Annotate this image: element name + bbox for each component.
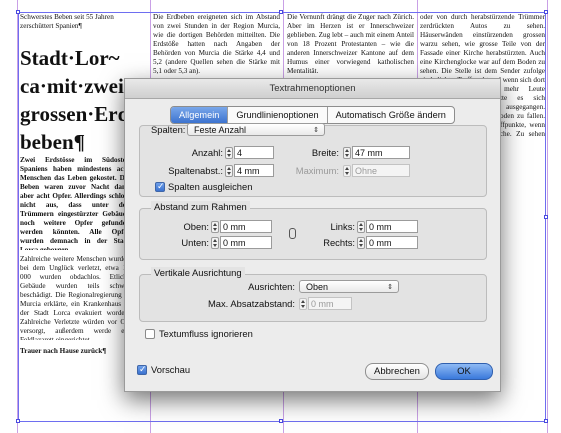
inset-right-label: Rechts: [323, 237, 355, 248]
headline-line: grossen·Erd [20, 102, 130, 126]
frame-handle[interactable] [544, 419, 548, 423]
top-note-2: zerschüttert Spanien¶ [20, 22, 82, 30]
inset-left-input[interactable]: 0 mm [366, 220, 418, 233]
align-label: Ausrichten: [248, 281, 295, 292]
cancel-button[interactable]: Abbrechen [365, 363, 429, 380]
align-select[interactable]: Oben ⇕ [299, 280, 399, 293]
column-3-body: Die Vernunft drängt die Zuger nach Züric… [287, 13, 414, 75]
tab-general[interactable]: Allgemein [171, 107, 229, 123]
headline-line: ca·mit·zwei [20, 74, 124, 98]
maximum-input: Ohne [352, 164, 410, 177]
count-label: Anzahl: [191, 147, 223, 158]
inset-title: Abstand zum Rahmen [151, 201, 250, 212]
preview-checkbox[interactable] [137, 364, 147, 375]
gutter-label: Spaltenabst.: [168, 165, 223, 176]
inset-top-field[interactable]: 0 mm [211, 220, 272, 233]
paragraph-spacing-label: Max. Absatzabstand: [207, 298, 295, 309]
paragraph-spacing-input: 0 mm [308, 297, 352, 310]
width-field[interactable]: 47 mm [343, 146, 410, 159]
inset-bottom-label: Unten: [181, 237, 209, 248]
headline-line: Stadt·Lor~ [20, 46, 120, 70]
count-input[interactable]: 4 [234, 146, 274, 159]
balance-columns-checkbox[interactable] [155, 181, 165, 192]
stepper-icon[interactable] [211, 220, 219, 233]
columns-type-select[interactable]: Feste Anzahl ⇕ [187, 123, 325, 136]
column-1-lead: Zwei Erdstösse im Südosten Spaniens habe… [20, 156, 130, 250]
tab-baseline-options[interactable]: Grundlinienoptionen [228, 107, 328, 123]
headline-line: beben¶ [20, 130, 86, 154]
top-note: Schwerstes Beben seit 55 Jahren [20, 13, 114, 21]
frame-handle[interactable] [16, 419, 20, 423]
column-1-body: Zahlreiche weitere Menschen wurden bei d… [20, 255, 130, 340]
tab-auto-size[interactable]: Automatisch Größe ändern [328, 107, 454, 123]
inset-bottom-input[interactable]: 0 mm [220, 236, 272, 249]
frame-handle[interactable] [279, 419, 283, 423]
ok-button[interactable]: OK [435, 363, 493, 380]
width-input[interactable]: 47 mm [352, 146, 410, 159]
headline: Stadt·Lor~ ca·mit·zwei grossen·Erd beben… [20, 44, 140, 156]
inset-bottom-field[interactable]: 0 mm [211, 236, 272, 249]
balance-columns-label: Spalten ausgleichen [168, 181, 253, 192]
column-1-end: Trauer nach Hause zurück¶ [20, 347, 107, 355]
inset-left-label: Links: [330, 221, 356, 232]
ignore-text-wrap-checkbox[interactable] [145, 329, 155, 339]
inset-top-label: Oben: [183, 221, 209, 232]
tab-bar: Allgemein Grundlinienoptionen Automatisc… [170, 106, 455, 124]
stepper-icon [299, 297, 307, 310]
paragraph-spacing-field: 0 mm [299, 297, 352, 310]
maximum-field: Ohne [343, 164, 410, 177]
chevron-updown-icon: ⇕ [313, 127, 319, 134]
maximum-label: Maximum: [295, 165, 339, 176]
gutter-field[interactable]: 4 mm [225, 164, 274, 177]
inset-group [139, 208, 487, 260]
stepper-icon[interactable] [211, 236, 219, 249]
count-field[interactable]: 4 [225, 146, 274, 159]
inset-right-field[interactable]: 0 mm [357, 236, 418, 249]
stepper-icon[interactable] [343, 146, 351, 159]
chevron-updown-icon: ⇕ [387, 284, 393, 291]
gutter-input[interactable]: 4 mm [234, 164, 274, 177]
align-value: Oben [306, 282, 329, 292]
preview-label: Vorschau [151, 364, 191, 375]
column-2-body: Die Erdbeben ereigneten sich im Abstand … [153, 13, 280, 75]
vertical-title: Vertikale Ausrichtung [151, 267, 245, 278]
stepper-icon[interactable] [225, 164, 233, 177]
inset-top-input[interactable]: 0 mm [220, 220, 272, 233]
text-frame-options-dialog: Textrahmenoptionen Allgemein Grundlinien… [124, 78, 501, 392]
inset-right-input[interactable]: 0 mm [366, 236, 418, 249]
stepper-icon[interactable] [357, 236, 365, 249]
width-label: Breite: [311, 147, 339, 158]
columns-type-value: Feste Anzahl [194, 125, 247, 135]
stepper-icon[interactable] [225, 146, 233, 159]
stepper-icon[interactable] [357, 220, 365, 233]
ignore-text-wrap-label: Textumfluss ignorieren [159, 328, 253, 339]
link-chain-icon[interactable] [289, 228, 296, 239]
dialog-title: Textrahmenoptionen [125, 79, 500, 99]
columns-label: Spalten: [151, 124, 186, 135]
stepper-icon [343, 164, 351, 177]
inset-left-field[interactable]: 0 mm [357, 220, 418, 233]
